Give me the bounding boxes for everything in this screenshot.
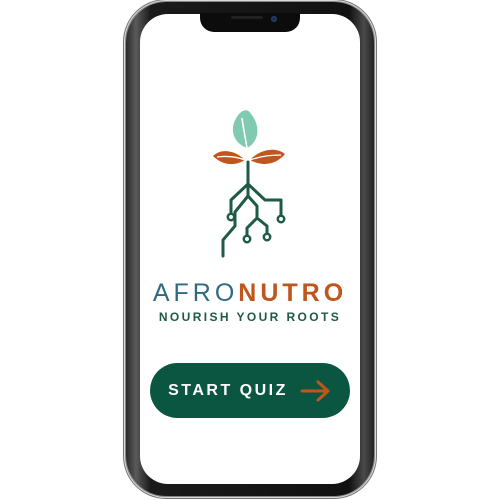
- front-camera-icon: [271, 16, 277, 22]
- device-mockup: AFRONUTRO NOURISH YOUR ROOTS START QUIZ: [0, 0, 500, 500]
- brand-name-part1: AFRO: [152, 279, 239, 307]
- brand-name-part2: NUTRO: [238, 279, 348, 307]
- earpiece-speaker: [231, 16, 263, 19]
- arrow-right-icon: [300, 380, 330, 401]
- power-button: [374, 118, 377, 180]
- orange-leaf-left-icon: [213, 151, 245, 165]
- start-quiz-button[interactable]: START QUIZ: [150, 363, 350, 418]
- start-quiz-label: START QUIZ: [168, 381, 288, 399]
- brand-tagline: NOURISH YOUR ROOTS: [158, 310, 342, 324]
- orange-leaf-right-icon: [250, 149, 285, 164]
- sprout-roots-logo: [213, 110, 286, 258]
- brand-wordmark: AFRONUTRO: [150, 278, 350, 308]
- mint-leaf-icon: [232, 110, 258, 148]
- roots-icon: [221, 160, 283, 258]
